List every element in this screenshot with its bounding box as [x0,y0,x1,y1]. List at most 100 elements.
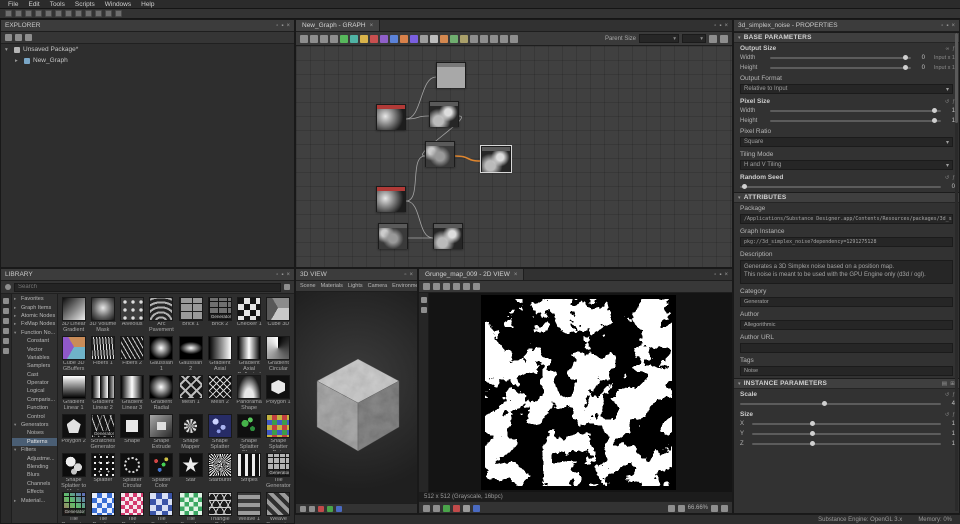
size-z-slider[interactable] [752,443,941,445]
library-item[interactable]: Weave Generator [264,490,293,523]
pixel-ratio-dropdown[interactable]: Square▾ [740,137,953,147]
library-item[interactable]: Splatter Circular [118,451,147,490]
undo-icon[interactable] [45,10,52,17]
refresh-view-icon[interactable] [721,505,728,512]
param-reset-icon[interactable]: ↺ [945,392,949,398]
uniform-color-node-icon[interactable] [340,35,348,43]
undock-icon[interactable]: ▫ [714,23,716,29]
grid-view-icon[interactable] [3,298,9,304]
green-channel-icon[interactable] [327,506,333,512]
library-category-variables[interactable]: Variables [12,354,57,362]
library-category-graph-items[interactable]: ▸Graph Items [12,303,57,311]
help-icon[interactable] [115,10,122,17]
output-node-icon[interactable] [470,35,478,43]
param-reset-icon[interactable]: ↺ [945,412,949,418]
category-field[interactable]: Generator [740,297,953,307]
blue-swatch-icon[interactable] [473,505,480,512]
library-item[interactable]: GeneratorTile Generator Color [59,490,88,523]
pixel-width-slider[interactable] [770,110,941,112]
close-tab-icon[interactable]: × [514,272,518,278]
sync-selection-icon[interactable] [25,34,32,41]
graph-canvas[interactable] [296,46,732,268]
library-item[interactable]: Starburst [205,451,234,490]
library-item[interactable]: Gradient Axial Reflected [235,334,264,373]
library-item[interactable]: Mesh 1 [176,373,205,412]
library-category-blurs[interactable]: Blurs [12,471,57,479]
parent-size-dropdown[interactable]: ▾ [639,34,679,43]
red-channel-icon[interactable] [318,506,324,512]
maximize-icon[interactable]: ▪ [281,23,283,29]
pan-tool-icon[interactable] [423,283,430,290]
library-category-blending[interactable]: Blending [12,463,57,471]
library-item[interactable]: Cube 3D GBuffers [59,334,88,373]
gray-swatch-icon[interactable] [463,505,470,512]
size-mode-dropdown[interactable]: ▾ [682,34,706,43]
clear-search-icon[interactable] [284,284,290,290]
library-category-noises[interactable]: Noises [12,429,57,437]
library-item[interactable]: Splatter [88,451,117,490]
library-category-control[interactable]: Control [12,412,57,420]
3d-menu-camera[interactable]: Camera [368,283,388,289]
library-item[interactable]: Polygon 1 [264,373,293,412]
library-item[interactable]: Tile Random Color [118,490,147,523]
library-category-adjustme-[interactable]: Adjustme... [12,454,57,462]
library-item[interactable]: Gradient Axial [205,334,234,373]
library-item[interactable]: Fibers 1 [88,334,117,373]
graph-node[interactable] [376,104,406,130]
graph-node[interactable] [433,223,463,249]
undock-icon[interactable]: ▫ [404,272,406,278]
graph-node[interactable] [436,62,466,88]
transform-node-icon[interactable] [420,35,428,43]
collapse-all-icon[interactable] [15,34,22,41]
library-item[interactable]: Tile Sampler Color [176,490,205,523]
close-icon[interactable]: × [724,23,728,29]
maximize-icon[interactable]: ▪ [719,272,721,278]
library-item[interactable]: Splatter Color [147,451,176,490]
blur-node-icon[interactable] [380,35,388,43]
scale-slider[interactable] [740,403,941,405]
library-item[interactable]: Gradient Linear 2 [88,373,117,412]
zoom-lock-icon[interactable] [711,505,718,512]
library-item[interactable]: Gradient Linear 3 [118,373,147,412]
library-category-constant[interactable]: Constant [12,337,57,345]
close-icon[interactable]: × [951,23,955,29]
library-item[interactable]: Tile Random [88,490,117,523]
move-tool-icon[interactable] [421,297,427,303]
information-icon[interactable] [473,283,480,290]
maximize-icon[interactable]: ▪ [281,272,283,278]
filter-icon[interactable] [5,34,12,41]
gradient-node-icon[interactable] [390,35,398,43]
library-item[interactable]: Cube 3D [264,295,293,334]
blend-node-icon[interactable] [350,35,358,43]
graph-node[interactable] [481,146,511,172]
output-width-slider[interactable] [770,57,911,59]
close-icon[interactable]: × [409,272,413,278]
param-reset-icon[interactable]: ↺ [945,175,949,181]
graph-node[interactable] [378,223,408,249]
param-reset-icon[interactable]: ↺ [945,99,949,105]
library-item[interactable]: Gradient Linear 1 [59,373,88,412]
filter-icon[interactable] [3,318,9,324]
menu-tools[interactable]: Tools [50,1,65,8]
undock-icon[interactable]: ▫ [714,272,716,278]
library-category-vector[interactable]: Vector [12,345,57,353]
frame-node-icon[interactable] [500,35,508,43]
library-category-logical[interactable]: Logical [12,387,57,395]
green-swatch-icon[interactable] [443,505,450,512]
pin-node-icon[interactable] [510,35,518,43]
zoom-fit-icon[interactable] [310,35,318,43]
library-item[interactable]: GeneratorScratches Generator [88,412,117,451]
library-item[interactable]: Mesh 2 [205,373,234,412]
library-item[interactable]: Gaussian 2 [176,334,205,373]
2d-view-tab[interactable]: Grunge_map_009 - 2D VIEW × [419,269,524,280]
refresh-library-icon[interactable] [3,338,9,344]
close-icon[interactable]: × [724,272,728,278]
link-wh-icon[interactable]: ∞ [946,46,950,52]
save-icon[interactable] [25,10,32,17]
library-item[interactable]: Gradient Radial [147,373,176,412]
library-category-effects[interactable]: Effects [12,488,57,496]
graph-node[interactable] [429,101,459,127]
library-item[interactable]: Brick 1 [176,295,205,334]
library-item[interactable]: Checker 1 [235,295,264,334]
library-item[interactable]: Shape Mapper [176,412,205,451]
